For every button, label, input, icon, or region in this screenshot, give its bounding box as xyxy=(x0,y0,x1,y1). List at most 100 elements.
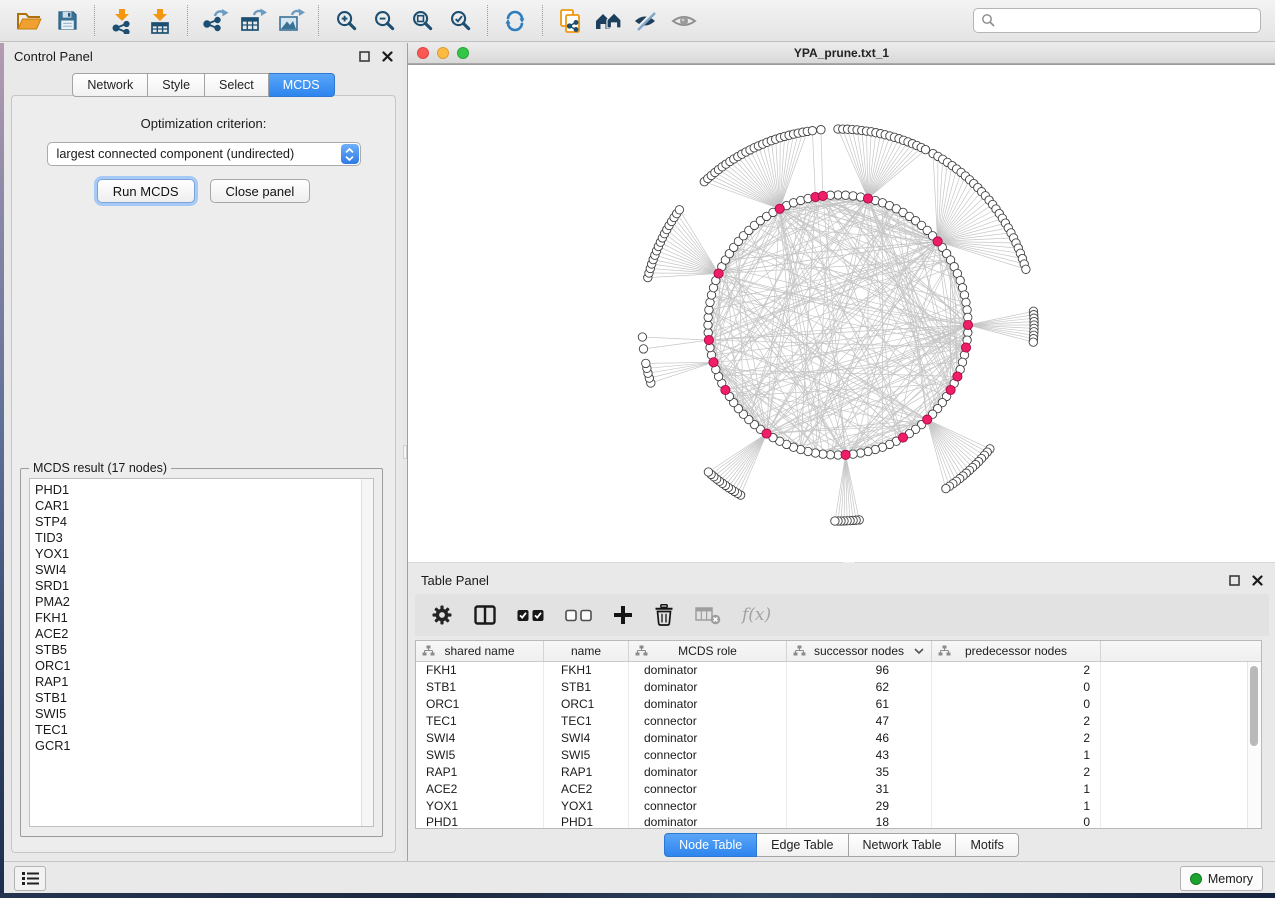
zoom-out-icon[interactable] xyxy=(368,5,400,37)
mcds-result-item[interactable]: YOX1 xyxy=(30,546,373,562)
refresh-view-icon[interactable] xyxy=(499,5,531,37)
close-panel-icon[interactable] xyxy=(382,51,393,62)
network-graph-svg[interactable] xyxy=(408,65,1275,562)
cell-filler xyxy=(1101,713,1261,730)
memory-button[interactable]: Memory xyxy=(1180,866,1263,891)
tab-network[interactable]: Network xyxy=(72,73,148,97)
table-row[interactable]: TEC1TEC1connector472 xyxy=(416,713,1261,730)
table-row[interactable]: ACE2ACE2connector311 xyxy=(416,780,1261,797)
mcds-result-item[interactable]: SWI5 xyxy=(30,706,373,722)
tab-motifs[interactable]: Motifs xyxy=(956,833,1018,857)
table-row[interactable]: SWI4SWI4dominator462 xyxy=(416,730,1261,747)
save-session-icon[interactable] xyxy=(51,5,83,37)
close-table-panel-icon[interactable] xyxy=(1252,575,1263,586)
mcds-result-item[interactable]: ACE2 xyxy=(30,626,373,642)
cell-shared-name: STB1 xyxy=(416,679,544,696)
network-node xyxy=(849,192,857,200)
table-row[interactable]: YOX1YOX1connector291 xyxy=(416,797,1261,814)
mcds-result-item[interactable]: SRD1 xyxy=(30,578,373,594)
column-header-shared-name[interactable]: shared name xyxy=(416,641,544,661)
show-graphics-details-icon[interactable] xyxy=(668,5,700,37)
network-node xyxy=(704,468,712,476)
column-header-successor-nodes[interactable]: successor nodes xyxy=(787,641,932,661)
network-node xyxy=(1022,265,1030,273)
mcds-node xyxy=(841,450,850,459)
open-file-icon[interactable] xyxy=(13,5,45,37)
deselect-all-icon[interactable] xyxy=(565,609,592,622)
cell-filler xyxy=(1101,814,1261,829)
cell-successor-nodes: 18 xyxy=(787,814,932,829)
tab-mcds[interactable]: MCDS xyxy=(269,73,335,97)
table-row[interactable]: SWI5SWI5connector431 xyxy=(416,746,1261,763)
search-input[interactable] xyxy=(996,13,1253,29)
run-mcds-button[interactable]: Run MCDS xyxy=(97,179,195,203)
column-header-predecessor-nodes[interactable]: predecessor nodes xyxy=(932,641,1101,661)
table-row[interactable]: RAP1RAP1dominator352 xyxy=(416,763,1261,780)
mcds-result-item[interactable]: FKH1 xyxy=(30,610,373,626)
tab-network-table[interactable]: Network Table xyxy=(849,833,957,857)
mcds-result-item[interactable]: STP4 xyxy=(30,514,373,530)
vertical-splitter-handle[interactable] xyxy=(403,445,407,459)
zoom-selected-icon[interactable] xyxy=(444,5,476,37)
network-canvas[interactable] xyxy=(408,64,1275,562)
add-column-icon[interactable] xyxy=(613,605,633,625)
import-network-icon[interactable] xyxy=(106,5,138,37)
close-panel-button[interactable]: Close panel xyxy=(210,179,311,203)
column-header-name[interactable]: name xyxy=(544,641,629,661)
main-toolbar xyxy=(0,0,1275,42)
export-table-icon[interactable] xyxy=(237,5,269,37)
table-scrollbar-track[interactable] xyxy=(1247,662,1261,828)
cell-name: PHD1 xyxy=(544,814,629,829)
tab-style[interactable]: Style xyxy=(148,73,205,97)
status-bar: Memory xyxy=(4,861,1275,893)
mcds-result-item[interactable]: PMA2 xyxy=(30,594,373,610)
export-network-icon[interactable] xyxy=(199,5,231,37)
network-node xyxy=(834,191,842,199)
network-node xyxy=(639,345,647,353)
mcds-node xyxy=(953,372,962,381)
table-row[interactable]: PHD1PHD1dominator180 xyxy=(416,814,1261,829)
search-box[interactable] xyxy=(973,8,1261,33)
mcds-result-item[interactable]: ORC1 xyxy=(30,658,373,674)
float-panel-icon[interactable] xyxy=(359,51,370,62)
task-history-button[interactable] xyxy=(14,866,46,891)
mcds-result-item[interactable]: STB1 xyxy=(30,690,373,706)
mcds-node xyxy=(898,433,907,442)
cell-predecessor-nodes: 0 xyxy=(932,696,1101,713)
hide-graphics-details-icon[interactable] xyxy=(630,5,662,37)
mcds-result-item[interactable]: STB5 xyxy=(30,642,373,658)
mcds-result-item[interactable]: TID3 xyxy=(30,530,373,546)
zoom-in-icon[interactable] xyxy=(330,5,362,37)
select-all-icon[interactable] xyxy=(517,609,544,622)
export-image-icon[interactable] xyxy=(275,5,307,37)
cell-successor-nodes: 35 xyxy=(787,763,932,780)
cell-successor-nodes: 29 xyxy=(787,797,932,814)
mcds-result-item[interactable]: TEC1 xyxy=(30,722,373,738)
import-table-icon[interactable] xyxy=(144,5,176,37)
mcds-result-item[interactable]: CAR1 xyxy=(30,498,373,514)
mcds-result-item[interactable]: RAP1 xyxy=(30,674,373,690)
first-neighbors-icon[interactable] xyxy=(592,5,624,37)
table-row[interactable]: FKH1FKH1dominator962 xyxy=(416,662,1261,679)
table-panel: Table Panel xyxy=(408,563,1275,861)
settings-gear-icon[interactable] xyxy=(431,604,453,626)
tab-select[interactable]: Select xyxy=(205,73,269,97)
criterion-dropdown[interactable]: largest connected component (undirected) xyxy=(47,142,361,166)
mcds-result-item[interactable]: SWI4 xyxy=(30,562,373,578)
network-node xyxy=(864,447,872,455)
table-row[interactable]: ORC1ORC1dominator610 xyxy=(416,696,1261,713)
mcds-result-item[interactable]: PHD1 xyxy=(30,482,373,498)
clone-network-icon[interactable] xyxy=(554,5,586,37)
mcds-result-item[interactable]: GCR1 xyxy=(30,738,373,754)
float-table-panel-icon[interactable] xyxy=(1229,575,1240,586)
table-scrollbar-thumb[interactable] xyxy=(1250,666,1258,746)
toolbar-separator xyxy=(318,5,319,36)
table-row[interactable]: STB1STB1dominator620 xyxy=(416,679,1261,696)
mcds-result-scrollbar[interactable] xyxy=(361,479,373,826)
show-column-icon[interactable] xyxy=(474,605,496,625)
zoom-fit-icon[interactable] xyxy=(406,5,438,37)
tab-node-table[interactable]: Node Table xyxy=(664,833,757,857)
delete-column-icon[interactable] xyxy=(654,604,674,626)
tab-edge-table[interactable]: Edge Table xyxy=(757,833,848,857)
column-header-mcds-role[interactable]: MCDS role xyxy=(629,641,787,661)
